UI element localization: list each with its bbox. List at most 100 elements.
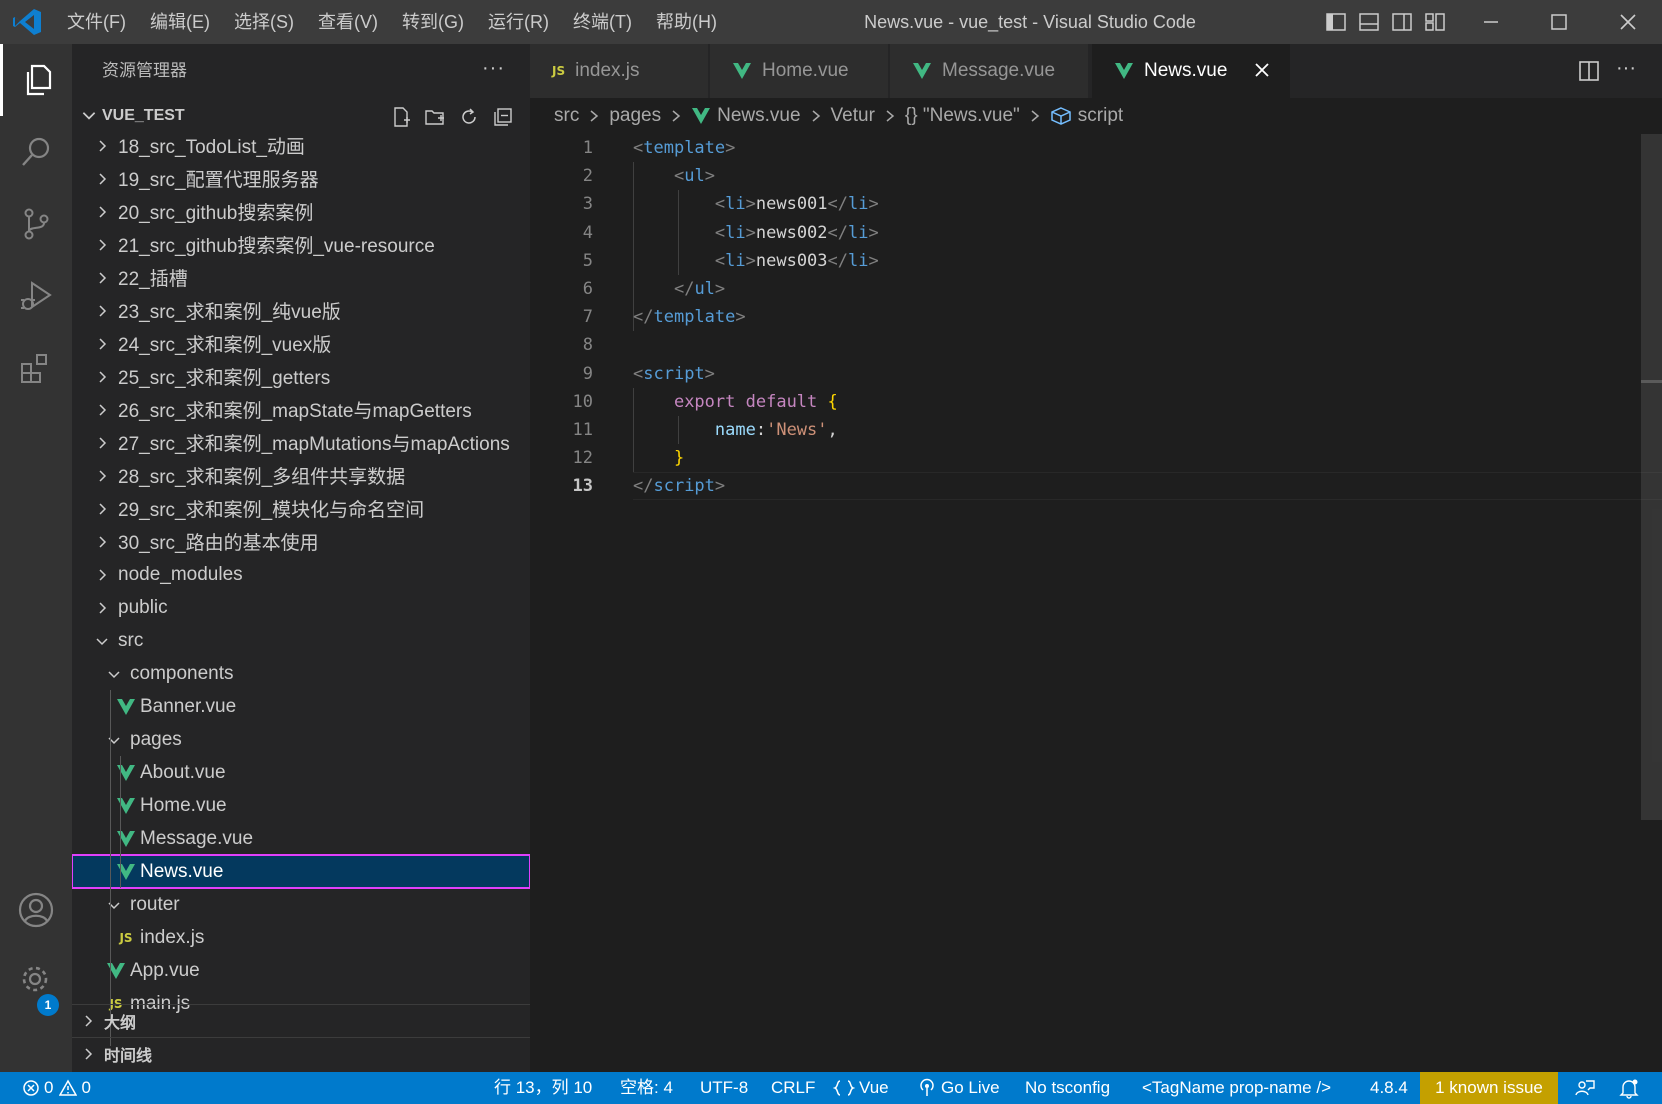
menu-view[interactable]: 查看(V) <box>306 0 390 44</box>
line-number: 6 <box>582 279 593 299</box>
tree-folder[interactable]: router <box>72 888 530 921</box>
minimize-icon[interactable] <box>1480 11 1502 33</box>
tree-folder[interactable]: components <box>72 657 530 690</box>
code-token: </ <box>827 250 849 271</box>
code-token: template <box>643 138 726 158</box>
toggle-secondary-sidebar-icon[interactable] <box>1391 11 1413 33</box>
manage-button[interactable]: 1 <box>0 944 72 1016</box>
source-control-view-button[interactable] <box>0 188 72 260</box>
tree-file[interactable]: App.vue <box>72 954 530 987</box>
tsconfig-status[interactable]: No tsconfig <box>1025 1072 1110 1104</box>
version-status[interactable]: 4.8.4 <box>1370 1072 1408 1104</box>
go-live-button[interactable]: Go Live <box>917 1072 1000 1104</box>
tree-folder[interactable]: 21_src_github搜索案例_vue-resource <box>72 228 530 261</box>
tree-folder[interactable]: 22_插槽 <box>72 261 530 294</box>
breadcrumb-item[interactable]: {} "News.vue" <box>905 105 1020 127</box>
editor-scrollbar-thumb[interactable] <box>1641 134 1662 820</box>
tree-file-selected[interactable]: News.vue <box>72 854 530 889</box>
breadcrumb-item[interactable]: pages <box>609 105 661 127</box>
tree-folder[interactable]: 28_src_求和案例_多组件共享数据 <box>72 459 530 492</box>
close-tab-icon[interactable] <box>1250 58 1274 82</box>
tree-file[interactable]: Home.vue <box>72 789 530 822</box>
outline-panel-header[interactable]: 大纲 <box>72 1004 530 1037</box>
extensions-icon <box>21 354 47 383</box>
tree-file[interactable]: Banner.vue <box>72 690 530 723</box>
code-token: script <box>643 363 705 384</box>
problems-status[interactable]: 0 0 <box>22 1072 91 1104</box>
tab-label: Message.vue <box>942 60 1056 81</box>
run-debug-view-button[interactable] <box>0 260 72 332</box>
tab-label: News.vue <box>1144 60 1228 81</box>
breadcrumb-file-label: News.vue <box>717 105 801 126</box>
tree-folder[interactable]: node_modules <box>72 558 530 591</box>
folder-section-header[interactable]: VUE_TEST <box>72 98 530 134</box>
tree-file[interactable]: Message.vue <box>72 822 530 855</box>
menu-selection[interactable]: 选择(S) <box>222 0 306 44</box>
known-issue-status[interactable]: 1 known issue <box>1420 1072 1558 1104</box>
split-editor-icon[interactable] <box>1577 59 1601 83</box>
code-editor[interactable]: 1 2 3 4 5 6 7 8 9 10 11 12 13 <template> <ul> <li>new… <box>530 134 1662 1072</box>
menu-go[interactable]: 转到(G) <box>390 0 476 44</box>
tree-folder[interactable]: public <box>72 591 530 624</box>
breadcrumb-item[interactable]: Vetur <box>831 105 875 127</box>
customize-layout-icon[interactable] <box>1424 11 1446 33</box>
line-number: 13 <box>572 476 593 497</box>
editor-more-actions-button[interactable]: ··· <box>1616 44 1636 92</box>
menu-terminal[interactable]: 终端(T) <box>561 0 644 44</box>
notifications-bell-icon[interactable] <box>1618 1077 1640 1099</box>
toggle-panel-icon[interactable] <box>1358 11 1380 33</box>
tree-folder[interactable]: 24_src_求和案例_vuex版 <box>72 327 530 360</box>
tree-folder[interactable]: 25_src_求和案例_getters <box>72 360 530 393</box>
tab-home-vue[interactable]: Home.vue <box>710 44 888 98</box>
chevron-right-icon <box>99 403 107 416</box>
toggle-primary-sidebar-icon[interactable] <box>1325 11 1347 33</box>
tree-folder[interactable]: 29_src_求和案例_模块化与命名空间 <box>72 492 530 525</box>
indentation-status[interactable]: 空格: 4 <box>620 1072 673 1104</box>
collapse-all-icon[interactable] <box>492 106 514 128</box>
tab-message-vue[interactable]: Message.vue <box>890 44 1088 98</box>
breadcrumb-item-symbol[interactable]: script <box>1050 105 1123 127</box>
explorer-view-button[interactable] <box>0 44 72 116</box>
tree-folder[interactable]: 23_src_求和案例_纯vue版 <box>72 294 530 327</box>
sidebar-more-button[interactable]: ··· <box>482 44 505 92</box>
encoding-status[interactable]: UTF-8 <box>700 1072 748 1104</box>
menu-file[interactable]: 文件(F) <box>55 0 138 44</box>
tree-file[interactable]: About.vue <box>72 756 530 789</box>
code-token: news002 <box>755 222 828 243</box>
tree-file[interactable]: JS index.js <box>72 921 530 954</box>
tab-news-vue[interactable]: News.vue <box>1092 44 1290 98</box>
eol-status[interactable]: CRLF <box>771 1072 815 1104</box>
menu-help[interactable]: 帮助(H) <box>644 0 729 44</box>
tab-index-js[interactable]: JS index.js <box>530 44 708 98</box>
tree-folder[interactable]: src <box>72 624 530 657</box>
tree-folder[interactable]: 30_src_路由的基本使用 <box>72 525 530 558</box>
extensions-view-button[interactable] <box>0 332 72 404</box>
close-window-icon[interactable] <box>1617 11 1639 33</box>
refresh-icon[interactable] <box>458 106 480 128</box>
tree-folder[interactable]: 20_src_github搜索案例 <box>72 195 530 228</box>
tree-folder[interactable]: 26_src_求和案例_mapState与mapGetters <box>72 393 530 426</box>
accounts-button[interactable] <box>0 874 72 946</box>
language-mode-status[interactable]: Vue <box>833 1072 889 1104</box>
tree-folder[interactable]: 19_src_配置代理服务器 <box>72 162 530 195</box>
timeline-panel-header[interactable]: 时间线 <box>72 1037 530 1070</box>
maximize-icon[interactable] <box>1548 11 1570 33</box>
new-file-icon[interactable] <box>390 106 412 128</box>
run-debug-icon <box>21 281 52 310</box>
tree-folder[interactable]: 18_src_TodoList_动画 <box>72 134 530 162</box>
breadcrumb-item-file[interactable]: News.vue <box>691 105 801 127</box>
tree-item-label: 21_src_github搜索案例_vue-resource <box>118 236 435 257</box>
cursor-position[interactable]: 行 13，列 10 <box>494 1072 592 1104</box>
tree-folder[interactable]: 27_src_求和案例_mapMutations与mapActions <box>72 426 530 459</box>
menu-run[interactable]: 运行(R) <box>476 0 561 44</box>
breadcrumb-item[interactable]: src <box>554 105 579 127</box>
chevron-right-icon <box>99 172 107 185</box>
new-folder-icon[interactable] <box>424 106 446 128</box>
tree-folder[interactable]: pages <box>72 723 530 756</box>
chevron-right-icon <box>99 337 107 350</box>
tagname-status[interactable]: <TagName prop-name /> <box>1142 1072 1331 1104</box>
menu-edit[interactable]: 编辑(E) <box>138 0 222 44</box>
search-view-button[interactable] <box>0 116 72 188</box>
feedback-icon[interactable] <box>1574 1077 1596 1099</box>
